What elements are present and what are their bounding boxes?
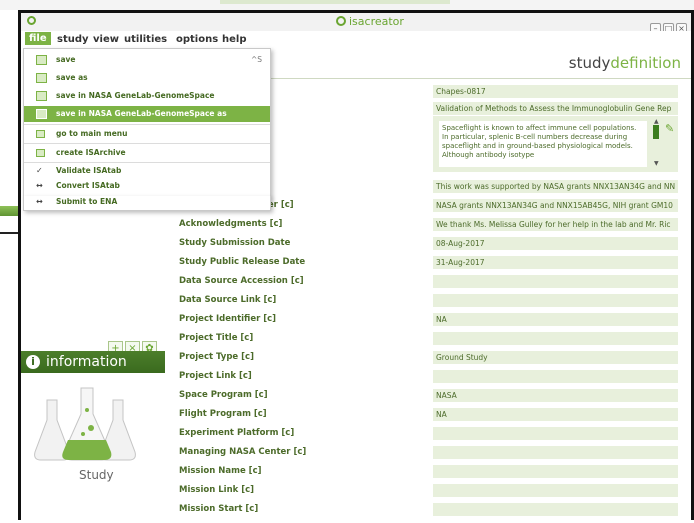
save-cloud-as-icon — [36, 109, 47, 119]
menu-separator — [24, 143, 270, 144]
menu-item-validate[interactable]: ✓ Validate ISAtab — [24, 163, 270, 179]
field-label: Acknowledgments [c] — [179, 219, 283, 229]
menu-bar: file study view utilities options help — [21, 31, 691, 48]
title-bar: isacreator – □ × — [21, 13, 691, 34]
menu-item-convert[interactable]: ↔ Convert ISAtab — [24, 178, 270, 194]
scroll-down-icon[interactable]: ▼ — [654, 160, 659, 167]
field-value[interactable] — [433, 446, 678, 459]
menu-options[interactable]: options — [176, 34, 218, 45]
menu-utilities[interactable]: utilities — [124, 34, 167, 45]
file-menu-dropdown: save ^S save as save in NASA GeneLab-Geno… — [23, 48, 271, 198]
field-value[interactable]: NA — [433, 313, 678, 326]
field-value[interactable]: 31-Aug-2017 — [433, 256, 678, 269]
info-icon: i — [26, 355, 40, 369]
home-icon — [36, 130, 45, 138]
field-value[interactable] — [433, 484, 678, 497]
edit-pencil-icon[interactable]: ✎ — [665, 122, 674, 135]
field-label: Mission Start [c] — [179, 504, 259, 514]
field-value[interactable] — [433, 275, 678, 288]
scroll-up-icon[interactable]: ▲ — [654, 118, 659, 125]
field-label: Study Submission Date — [179, 238, 291, 248]
funding-field[interactable]: This work was supported by NASA grants N… — [433, 180, 678, 193]
field-label: Project Link [c] — [179, 371, 252, 381]
study-identifier-field[interactable]: Chapes-0817 — [433, 85, 678, 98]
isacreator-logo-icon — [336, 16, 346, 26]
page-title: studydefinition — [568, 54, 681, 72]
information-header: i information — [21, 351, 165, 373]
validate-icon: ✓ — [36, 166, 43, 175]
field-label: Project Identifier [c] — [179, 314, 277, 324]
field-label: Project Title [c] — [179, 333, 254, 343]
field-value[interactable]: NA — [433, 408, 678, 421]
scrollbar-thumb[interactable] — [653, 125, 659, 139]
field-label: Data Source Accession [c] — [179, 276, 304, 286]
menu-item-save-genelab[interactable]: save in NASA GeneLab-GenomeSpace — [24, 88, 270, 104]
app-logo-icon — [27, 16, 36, 25]
menu-help[interactable]: help — [222, 34, 247, 45]
menu-item-save[interactable]: save ^S — [24, 52, 270, 68]
field-value[interactable]: 08-Aug-2017 — [433, 237, 678, 250]
field-value[interactable]: We thank Ms. Melissa Gulley for her help… — [433, 218, 678, 231]
field-value[interactable] — [433, 503, 678, 516]
field-label: Mission Name [c] — [179, 466, 262, 476]
field-value[interactable]: Ground Study — [433, 351, 678, 364]
save-icon — [36, 55, 47, 65]
menu-view[interactable]: view — [93, 34, 119, 45]
convert-icon: ↔ — [36, 181, 43, 190]
save-as-icon — [36, 73, 47, 83]
field-value[interactable]: NASA — [433, 389, 678, 402]
window-title: isacreator — [336, 15, 404, 28]
app-window: isacreator – □ × file study view utilities… — [18, 10, 694, 523]
field-value[interactable] — [433, 370, 678, 383]
study-description-field: Spaceflight is known to affect immune ce… — [433, 116, 678, 172]
menu-item-main-menu[interactable]: go to main menu — [24, 126, 270, 142]
field-label: Flight Program [c] — [179, 409, 267, 419]
menu-item-create-isarchive[interactable]: create ISArchive — [24, 145, 270, 161]
description-textarea[interactable]: Spaceflight is known to affect immune ce… — [439, 121, 647, 167]
save-cloud-icon — [36, 91, 47, 101]
study-title-field[interactable]: Validation of Methods to Assess the Immu… — [433, 102, 678, 115]
study-label: Study — [79, 468, 114, 482]
background-note — [220, 0, 450, 4]
file-menu-dropdown-tail: ↔ Submit to ENA — [23, 196, 271, 211]
archive-icon — [36, 149, 45, 157]
menu-separator — [24, 124, 270, 125]
field-value[interactable] — [433, 427, 678, 440]
field-value[interactable] — [433, 465, 678, 478]
grant-number-field[interactable]: NASA grants NNX13AN34G and NNX15AB45G, N… — [433, 199, 678, 212]
menu-file[interactable]: file — [25, 32, 51, 45]
menu-item-submit-ena[interactable]: ↔ Submit to ENA — [24, 194, 270, 210]
title-divider — [271, 78, 691, 79]
menu-item-save-genelab-as[interactable]: save in NASA GeneLab-GenomeSpace as — [24, 106, 270, 122]
field-label: Space Program [c] — [179, 390, 268, 400]
study-flasks-icon — [34, 387, 136, 461]
field-label: Data Source Link [c] — [179, 295, 277, 305]
background-window-strip — [0, 0, 694, 10]
field-label: Mission Link [c] — [179, 485, 255, 495]
field-value[interactable] — [433, 332, 678, 345]
field-label: Project Type [c] — [179, 352, 254, 362]
menu-study[interactable]: study — [57, 34, 89, 45]
field-label: Managing NASA Center [c] — [179, 447, 307, 457]
field-label: Experiment Platform [c] — [179, 428, 295, 438]
submit-icon: ↔ — [36, 197, 43, 206]
field-label: Study Public Release Date — [179, 257, 306, 267]
field-value[interactable] — [433, 294, 678, 307]
menu-item-save-as[interactable]: save as — [24, 70, 270, 86]
